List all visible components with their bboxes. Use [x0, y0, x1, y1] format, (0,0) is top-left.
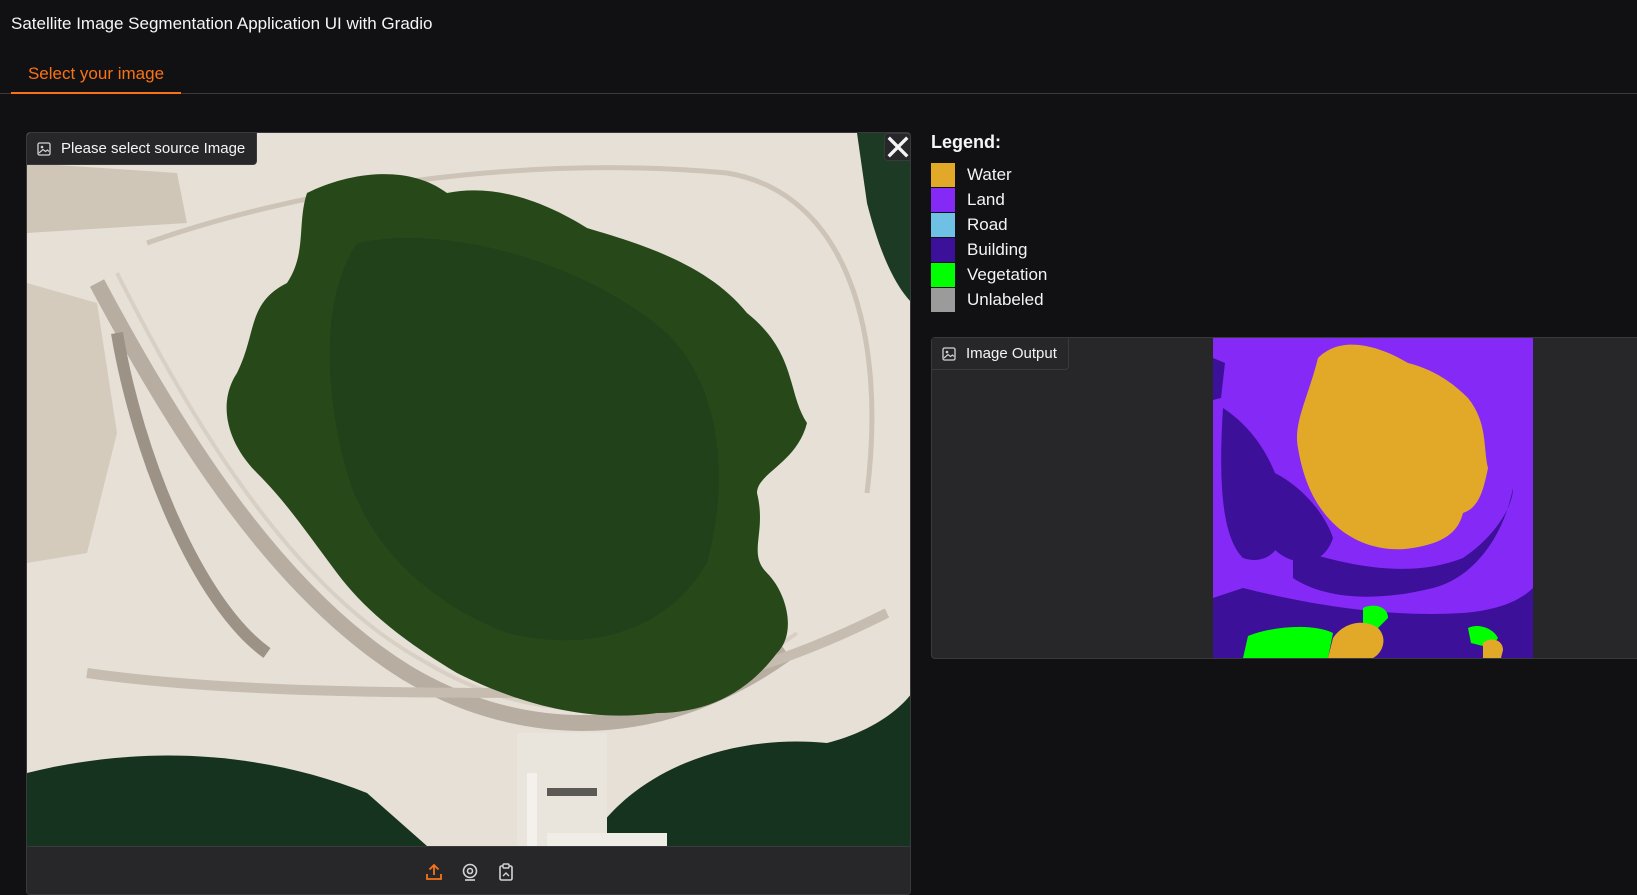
clipboard-icon [498, 862, 513, 881]
source-image-block[interactable]: Please select source Image [26, 132, 911, 895]
source-image-label: Please select source Image [27, 133, 258, 165]
clear-image-button[interactable] [884, 133, 910, 161]
source-image-label-text: Please select source Image [61, 140, 246, 157]
clipboard-button[interactable] [494, 860, 518, 884]
legend-title: Legend: [931, 132, 1001, 152]
legend-item-unlabeled: Unlabeled [931, 287, 1047, 312]
output-image-block: Image Output [931, 337, 1637, 659]
legend-swatch [931, 237, 955, 262]
legend-label: Road [967, 214, 1008, 234]
legend-item-vegetation: Vegetation [931, 262, 1047, 287]
app-title: Satellite Image Segmentation Application… [11, 14, 433, 33]
source-toolbar [27, 846, 910, 894]
legend: Legend: Water Land Road Building Vegetation U… [931, 132, 1047, 312]
output-segmentation-image [1213, 338, 1533, 658]
upload-icon [425, 863, 442, 880]
legend-item-water: Water [931, 162, 1047, 187]
image-icon [37, 141, 51, 156]
webcam-icon [462, 863, 477, 881]
image-icon [942, 346, 956, 361]
legend-swatch [931, 187, 955, 212]
legend-swatch [931, 262, 955, 287]
legend-item-road: Road [931, 212, 1047, 237]
legend-swatch [931, 162, 955, 187]
legend-swatch [931, 287, 955, 312]
upload-button[interactable] [422, 860, 446, 884]
legend-label: Land [967, 189, 1005, 209]
legend-item-building: Building [931, 237, 1047, 262]
legend-label: Unlabeled [967, 289, 1044, 309]
legend-swatch [931, 212, 955, 237]
legend-item-land: Land [931, 187, 1047, 212]
legend-label: Water [967, 164, 1012, 184]
source-satellite-image: Please select source Image [27, 133, 910, 846]
legend-label: Vegetation [967, 264, 1048, 284]
output-image-label: Image Output [932, 338, 1069, 370]
webcam-button[interactable] [458, 860, 482, 884]
tab-bar: Select your image [0, 56, 1637, 94]
tab-select-image[interactable]: Select your image [11, 56, 181, 94]
output-image-label-text: Image Output [966, 345, 1057, 362]
close-icon [887, 136, 909, 158]
legend-label: Building [967, 239, 1028, 259]
